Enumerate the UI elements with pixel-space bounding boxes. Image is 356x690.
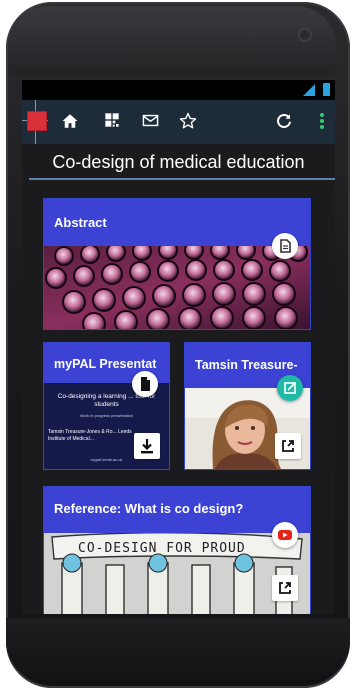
more-vert-icon[interactable] — [312, 112, 332, 132]
toolbar — [22, 100, 335, 144]
abstract-card-title: Abstract — [54, 215, 107, 230]
reference-card-header: Reference: What is co design? — [44, 487, 310, 533]
abstract-card[interactable]: Abstract — [43, 198, 311, 330]
external-link-icon[interactable] — [272, 575, 298, 601]
external-link-icon[interactable] — [275, 433, 301, 459]
file-icon[interactable] — [132, 371, 158, 397]
download-icon[interactable] — [134, 433, 160, 459]
grid-icon[interactable] — [102, 112, 122, 132]
star-icon[interactable] — [178, 112, 198, 132]
reference-card-title: Reference: What is co design? — [54, 501, 244, 516]
abstract-card-header: Abstract — [44, 199, 310, 246]
co-design-video-thumbnail: CO-DESIGN FOR PROUD — [44, 533, 310, 614]
app-screen: Co-design of medical education Abstract — [22, 80, 335, 614]
mypal-card[interactable]: myPAL Presentat Co-designing a learning … — [43, 342, 170, 470]
reference-card[interactable]: Reference: What is co design? CO-DESIGN … — [43, 486, 311, 614]
refresh-icon[interactable] — [274, 112, 294, 132]
title-divider — [29, 178, 335, 180]
document-icon[interactable] — [272, 233, 298, 259]
slide-authors: Tamsin Treasure-Jones & Ro... Leeds Inst… — [48, 429, 132, 442]
page-title: Co-design of medical education — [52, 152, 305, 172]
home-icon[interactable] — [60, 112, 80, 132]
mail-icon[interactable] — [140, 112, 160, 132]
camera-icon — [300, 30, 310, 40]
youtube-icon[interactable] — [272, 522, 298, 548]
edit-icon[interactable] — [277, 375, 303, 401]
signal-icon — [303, 84, 315, 96]
sign-text: CO-DESIGN FOR PROUD — [78, 541, 246, 556]
tamsin-card[interactable]: Tamsin Treasure- — [184, 342, 311, 470]
typewriter-image — [44, 240, 310, 329]
status-bar — [22, 80, 335, 100]
battery-icon — [323, 83, 330, 96]
phone-top-bezel — [8, 6, 336, 76]
slide-subtitle: Work in progress presentation — [79, 413, 134, 418]
mypal-card-title: myPAL Presentat — [54, 357, 157, 371]
phone-bottom-bezel — [6, 618, 350, 684]
tamsin-card-title: Tamsin Treasure- — [195, 358, 298, 372]
anchor-handle[interactable] — [27, 111, 47, 131]
